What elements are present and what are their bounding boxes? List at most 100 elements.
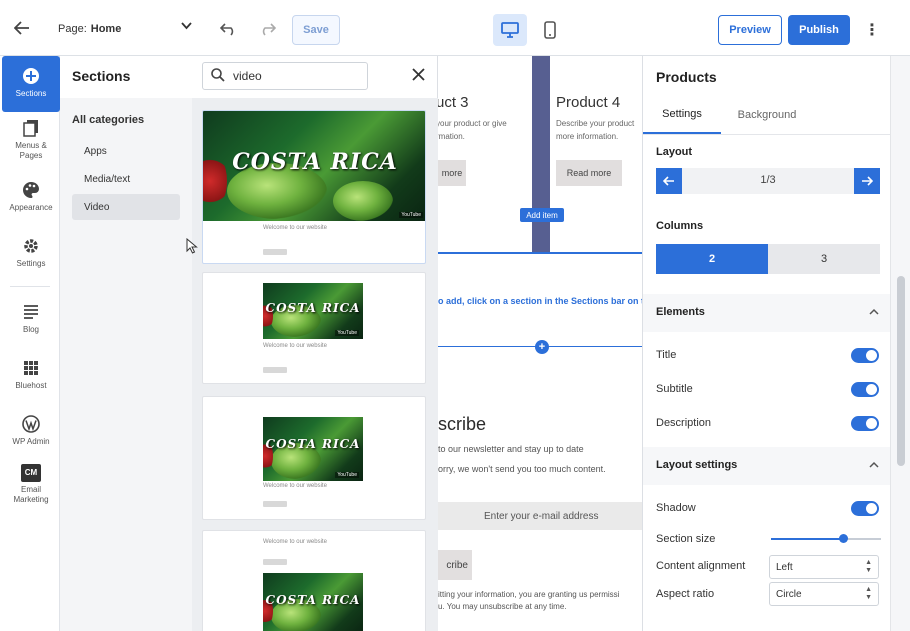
category-heading: All categories: [72, 114, 145, 126]
rail-item-label: Bluehost: [15, 381, 47, 390]
shadow-label: Shadow: [656, 502, 696, 514]
arrow-right-icon[interactable]: [854, 168, 880, 194]
video-preview: COSTA RICA YouTube: [263, 283, 363, 339]
product-card-3[interactable]: uct 3 your product or give rmation. more: [438, 56, 532, 252]
undo-icon[interactable]: [218, 18, 240, 40]
aspect-ratio-select[interactable]: Circle ▲ ▼: [769, 582, 879, 606]
section-thumbnails: COSTA RICA YouTube Welcome to our websit…: [192, 98, 438, 631]
publish-button[interactable]: Publish: [788, 15, 850, 45]
product-description: rmation.: [438, 132, 465, 141]
rail-item-bluehost[interactable]: Bluehost: [2, 358, 60, 391]
mini-button: [263, 559, 287, 565]
page-selector-value: Home: [90, 23, 122, 35]
video-title: COSTA RICA: [265, 593, 361, 607]
subscribe-fineprint: itting your information, you are grantin…: [438, 590, 620, 599]
element-description-label: Description: [656, 417, 712, 429]
page-selector-label: Page:: [58, 23, 87, 35]
chevron-up-icon: [869, 304, 879, 318]
subscribe-text: orry, we won't send you too much content…: [438, 464, 606, 474]
layout-settings-heading: Layout settings: [656, 459, 738, 471]
section-size-slider[interactable]: [771, 534, 881, 543]
sections-panel-title: Sections: [72, 68, 131, 84]
subscribe-button[interactable]: cribe: [438, 550, 472, 580]
element-title-toggle[interactable]: [851, 348, 879, 363]
rail-item-appearance[interactable]: Appearance: [2, 180, 60, 213]
save-button[interactable]: Save: [292, 15, 340, 45]
site-canvas: uct 3 your product or give rmation. more…: [438, 56, 642, 631]
rail-item-label: WP Admin: [12, 437, 50, 446]
element-subtitle-toggle[interactable]: [851, 382, 879, 397]
updown-icon: ▲ ▼: [865, 586, 872, 601]
columns-option-2[interactable]: 2: [656, 244, 768, 274]
preview-button[interactable]: Preview: [718, 15, 782, 45]
element-title-label: Title: [656, 349, 677, 361]
insert-section-plus-icon[interactable]: +: [535, 340, 549, 354]
rail-item-wp-admin[interactable]: WP Admin: [2, 414, 60, 447]
category-item-apps[interactable]: Apps: [72, 138, 180, 164]
video-caption: Welcome to our website: [263, 343, 327, 349]
category-item-video[interactable]: Video: [72, 194, 180, 220]
video-section-thumbnail[interactable]: COSTA RICA YouTube Welcome to our websit…: [202, 396, 426, 520]
category-list: All categories Apps Media/text Video: [60, 98, 192, 631]
slider-knob[interactable]: [838, 534, 848, 543]
columns-option-3[interactable]: 3: [768, 244, 880, 274]
product-button[interactable]: more: [438, 160, 466, 186]
rail-item-label: Sections: [15, 89, 47, 98]
mouse-cursor-icon: [186, 237, 198, 257]
more-options-icon[interactable]: ⋮: [862, 18, 882, 42]
product-button[interactable]: Read more: [556, 160, 622, 186]
tab-background[interactable]: Background: [727, 96, 807, 134]
sections-panel: Sections All categories Apps Media/text …: [60, 56, 438, 631]
drop-hint-text: o add, click on a section in the Section…: [438, 296, 642, 306]
palette-icon: [21, 180, 41, 200]
products-section: uct 3 your product or give rmation. more…: [438, 56, 642, 252]
redo-icon[interactable]: [256, 18, 278, 40]
element-description-toggle[interactable]: [851, 416, 879, 431]
page-selector[interactable]: Page: Home: [58, 16, 196, 42]
updown-icon: ▲ ▼: [865, 559, 872, 574]
mini-button: [263, 249, 287, 255]
layout-settings-header[interactable]: Layout settings: [643, 447, 891, 485]
rail-item-sections[interactable]: Sections: [2, 56, 60, 112]
shadow-toggle[interactable]: [851, 501, 879, 516]
top-toolbar: Page: Home Save Preview Publish ⋮: [0, 0, 910, 56]
youtube-logo: YouTube: [399, 212, 423, 218]
rail-item-label-2: Marketing: [13, 495, 49, 504]
content-alignment-select[interactable]: Left ▲ ▼: [769, 555, 879, 579]
left-navigation-rail: Sections Menus & Pages Appearance Settin…: [0, 56, 60, 631]
columns-toggle: 2 3: [656, 244, 880, 274]
scrollbar-thumb[interactable]: [897, 276, 905, 466]
section-search-box[interactable]: [202, 62, 368, 90]
video-caption: Welcome to our website: [263, 225, 327, 231]
aspect-ratio-label: Aspect ratio: [656, 588, 715, 600]
product-description: more information.: [556, 132, 619, 141]
section-search-input[interactable]: [233, 69, 353, 83]
close-icon[interactable]: [408, 64, 428, 84]
rail-item-email-marketing[interactable]: CM Email Marketing: [2, 464, 60, 505]
mobile-view-icon[interactable]: [536, 14, 564, 46]
rail-item-menus-pages[interactable]: Menus & Pages: [2, 118, 60, 161]
product-card-4[interactable]: Product 4 Describe your product more inf…: [550, 56, 642, 252]
rail-item-label-2: Pages: [19, 151, 43, 160]
video-section-thumbnail[interactable]: COSTA RICA YouTube Welcome to our websit…: [202, 110, 426, 264]
product-title: Product 4: [556, 94, 621, 111]
elements-heading: Elements: [656, 306, 705, 318]
rail-item-label: Appearance: [9, 203, 53, 212]
rail-item-settings[interactable]: Settings: [2, 236, 60, 269]
category-item-media-text[interactable]: Media/text: [72, 166, 180, 192]
back-arrow-icon[interactable]: [0, 0, 44, 56]
product-description: Describe your product: [556, 119, 635, 128]
video-preview: COSTA RICA YouTube: [203, 111, 425, 221]
video-section-thumbnail[interactable]: COSTA RICA YouTube Welcome to our websit…: [202, 272, 426, 384]
email-input[interactable]: Enter your e-mail address: [438, 502, 642, 530]
add-item-button[interactable]: Add item: [520, 208, 564, 222]
vertical-scrollbar[interactable]: [890, 56, 910, 631]
video-section-thumbnail[interactable]: Welcome to our website COSTA RICA: [202, 530, 426, 631]
grid-icon: [21, 358, 41, 378]
rail-item-blog[interactable]: Blog: [2, 302, 60, 335]
video-title: COSTA RICA: [265, 301, 361, 315]
rail-item-label: Blog: [22, 325, 39, 334]
tab-settings[interactable]: Settings: [643, 96, 721, 134]
elements-section-header[interactable]: Elements: [643, 294, 891, 332]
desktop-view-icon[interactable]: [493, 14, 527, 46]
